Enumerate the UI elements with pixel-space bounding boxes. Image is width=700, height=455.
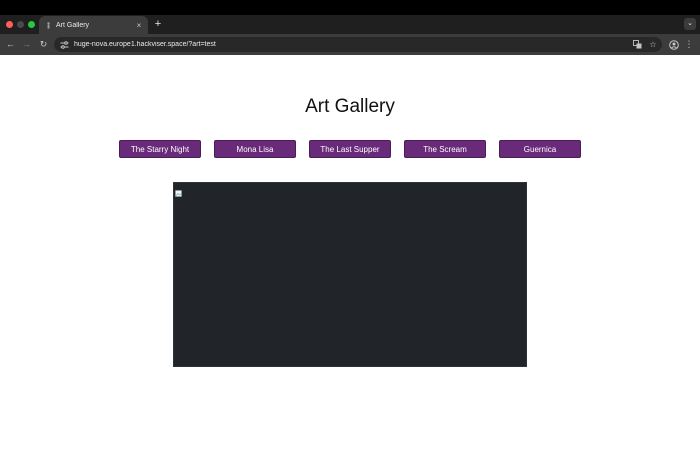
reload-button[interactable]: ↻ xyxy=(37,38,50,51)
site-info-icon[interactable] xyxy=(58,40,70,50)
address-bar[interactable]: huge-nova.europe1.hackviser.space/?art=t… xyxy=(54,37,662,52)
minimize-window-button[interactable] xyxy=(17,21,24,28)
tab-strip: Art Gallery × + ⌄ xyxy=(0,15,700,34)
close-tab-icon[interactable]: × xyxy=(133,21,145,30)
broken-image-icon xyxy=(175,184,182,197)
page-content: Art Gallery The Starry Night Mona Lisa T… xyxy=(0,55,700,455)
the-scream-button[interactable]: The Scream xyxy=(404,140,486,158)
tab-search-button[interactable]: ⌄ xyxy=(684,18,696,30)
browser-toolbar: ← → ↻ huge-nova.europe1.hackviser.space/… xyxy=(0,34,700,55)
back-button[interactable]: ← xyxy=(4,38,17,51)
browser-menu-icon[interactable]: ⋮ xyxy=(684,38,694,51)
artwork-image xyxy=(173,182,527,367)
maximize-window-button[interactable] xyxy=(28,21,35,28)
figure-icon xyxy=(45,21,52,29)
tab-art-gallery[interactable]: Art Gallery × xyxy=(39,16,148,34)
page-title: Art Gallery xyxy=(305,96,395,117)
forward-button[interactable]: → xyxy=(20,38,33,51)
bookmark-star-icon[interactable]: ☆ xyxy=(646,39,660,51)
mona-lisa-button[interactable]: Mona Lisa xyxy=(214,140,296,158)
url-text[interactable]: huge-nova.europe1.hackviser.space/?art=t… xyxy=(74,41,630,48)
translate-icon[interactable] xyxy=(630,39,644,51)
tab-title: Art Gallery xyxy=(56,21,90,29)
close-window-button[interactable] xyxy=(6,21,13,28)
new-tab-button[interactable]: + xyxy=(152,18,164,30)
profile-icon[interactable] xyxy=(667,38,680,51)
starry-night-button[interactable]: The Starry Night xyxy=(119,140,201,158)
guernica-button[interactable]: Guernica xyxy=(499,140,581,158)
window-titlebar xyxy=(0,0,700,15)
last-supper-button[interactable]: The Last Supper xyxy=(309,140,391,158)
